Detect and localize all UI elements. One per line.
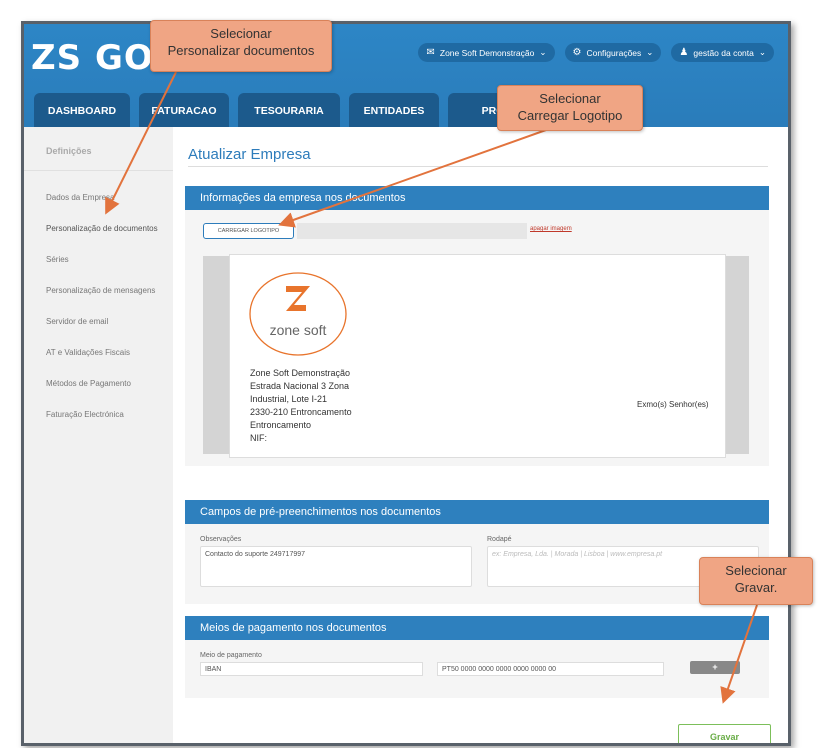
observacoes-label: Observações <box>200 536 242 543</box>
app-logo[interactable]: ZS GO <box>31 38 154 78</box>
observacoes-field[interactable]: Contacto do suporte 249717997 <box>200 546 472 587</box>
sidebar-item-at-validacoes[interactable]: AT e Validações Fiscais <box>46 348 130 357</box>
delete-image-link[interactable]: apagar imagem <box>530 226 572 232</box>
tab-faturacao[interactable]: FATURACAO <box>139 93 229 127</box>
address-line: Entroncamento <box>250 420 312 430</box>
greeting-text: Exmo(s) Senhor(es) <box>637 400 709 409</box>
logo-filename-field <box>297 223 527 239</box>
address-line: Zone Soft Demonstração <box>250 368 351 378</box>
address-line: NIF: <box>250 433 267 443</box>
save-button[interactable]: Gravar <box>678 724 771 743</box>
main-tabs: DASHBOARD FATURACAO TESOURARIA ENTIDADES… <box>34 93 538 127</box>
main-content: Atualizar Empresa Informações da empresa… <box>173 127 788 743</box>
company-info-panel: Informações da empresa nos documentos CA… <box>185 186 769 466</box>
payment-method-label: Meio de pagamento <box>200 652 262 659</box>
payment-methods-panel: Meios de pagamento nos documentos Meio d… <box>185 616 769 698</box>
rodape-label: Rodapé <box>487 536 512 543</box>
tab-dashboard[interactable]: DASHBOARD <box>34 93 130 127</box>
divider <box>24 170 173 171</box>
prefill-fields-panel: Campos de pré-preenchimentos nos documen… <box>185 500 769 604</box>
account-menu[interactable]: ♟ gestão da conta ⌄ <box>671 43 774 62</box>
settings-menu[interactable]: ⚙ Configurações ⌄ <box>564 43 662 62</box>
tab-entidades[interactable]: ENTIDADES <box>349 93 439 127</box>
section-title: Campos de pré-preenchimentos nos documen… <box>185 500 769 524</box>
upload-logo-button[interactable]: CARREGAR LOGOTIPO <box>203 223 294 239</box>
sidebar-heading: Definições <box>46 146 92 156</box>
add-payment-button[interactable]: + <box>690 661 740 674</box>
gear-icon: ⚙ <box>572 47 582 58</box>
user-icon: ♟ <box>679 47 689 58</box>
company-logo-image: zone soft <box>249 272 347 356</box>
app-window: ZS GO ✉ Zone Soft Demonstração ⌄ ⚙ Confi… <box>21 21 791 746</box>
section-title: Meios de pagamento nos documentos <box>185 616 769 640</box>
sidebar-item-series[interactable]: Séries <box>46 255 69 264</box>
top-nav: ✉ Zone Soft Demonstração ⌄ ⚙ Configuraçõ… <box>418 43 774 62</box>
section-title: Informações da empresa nos documentos <box>185 186 769 210</box>
company-logo-text: zone soft <box>270 322 327 338</box>
sidebar-item-dados-empresa[interactable]: Dados da Empresa <box>46 193 114 202</box>
divider <box>188 166 768 167</box>
callout-carregar: Selecionar Carregar Logotipo <box>497 85 643 131</box>
address-line: 2330-210 Entroncamento <box>250 407 352 417</box>
sidebar-item-faturacao-electronica[interactable]: Faturação Electrónica <box>46 410 124 419</box>
top-bar: ZS GO ✉ Zone Soft Demonstração ⌄ ⚙ Confi… <box>24 24 788 127</box>
callout-gravar: Selecionar Gravar. <box>699 557 813 605</box>
company-name: Zone Soft Demonstração <box>439 47 535 58</box>
callout-text: Selecionar Personalizar documentos <box>167 26 315 58</box>
chevron-down-icon: ⌄ <box>539 47 547 57</box>
settings-label: Configurações <box>586 47 642 58</box>
sidebar-item-servidor-email[interactable]: Servidor de email <box>46 317 108 326</box>
tab-tesouraria[interactable]: TESOURARIA <box>238 93 340 127</box>
sidebar-item-metodos-pagamento[interactable]: Métodos de Pagamento <box>46 379 131 388</box>
callout-text: Selecionar Gravar. <box>725 563 787 595</box>
callout-personalizar: Selecionar Personalizar documentos <box>150 20 332 72</box>
company-switcher[interactable]: ✉ Zone Soft Demonstração ⌄ <box>418 43 555 62</box>
sidebar: Definições Dados da Empresa Personalizaç… <box>24 127 173 743</box>
sidebar-item-personalizacao-documentos[interactable]: Personalização de documentos <box>46 224 158 233</box>
address-line: Industrial, Lote I-21 <box>250 394 328 404</box>
page-title: Atualizar Empresa <box>188 146 311 163</box>
company-address: Zone Soft Demonstração Estrada Nacional … <box>250 367 352 445</box>
document-preview: zone soft Zone Soft Demonstração Estrada… <box>229 254 726 458</box>
chevron-down-icon: ⌄ <box>758 47 766 57</box>
address-line: Estrada Nacional 3 Zona <box>250 381 350 391</box>
iban-field[interactable]: PT50 0000 0000 0000 0000 0000 00 <box>437 662 664 676</box>
callout-text: Selecionar Carregar Logotipo <box>517 91 623 123</box>
chevron-down-icon: ⌄ <box>646 47 654 57</box>
payment-method-field[interactable]: IBAN <box>200 662 423 676</box>
account-label: gestão da conta <box>693 47 754 58</box>
sidebar-item-personalizacao-mensagens[interactable]: Personalização de mensagens <box>46 286 155 295</box>
company-icon: ✉ <box>426 47 435 58</box>
